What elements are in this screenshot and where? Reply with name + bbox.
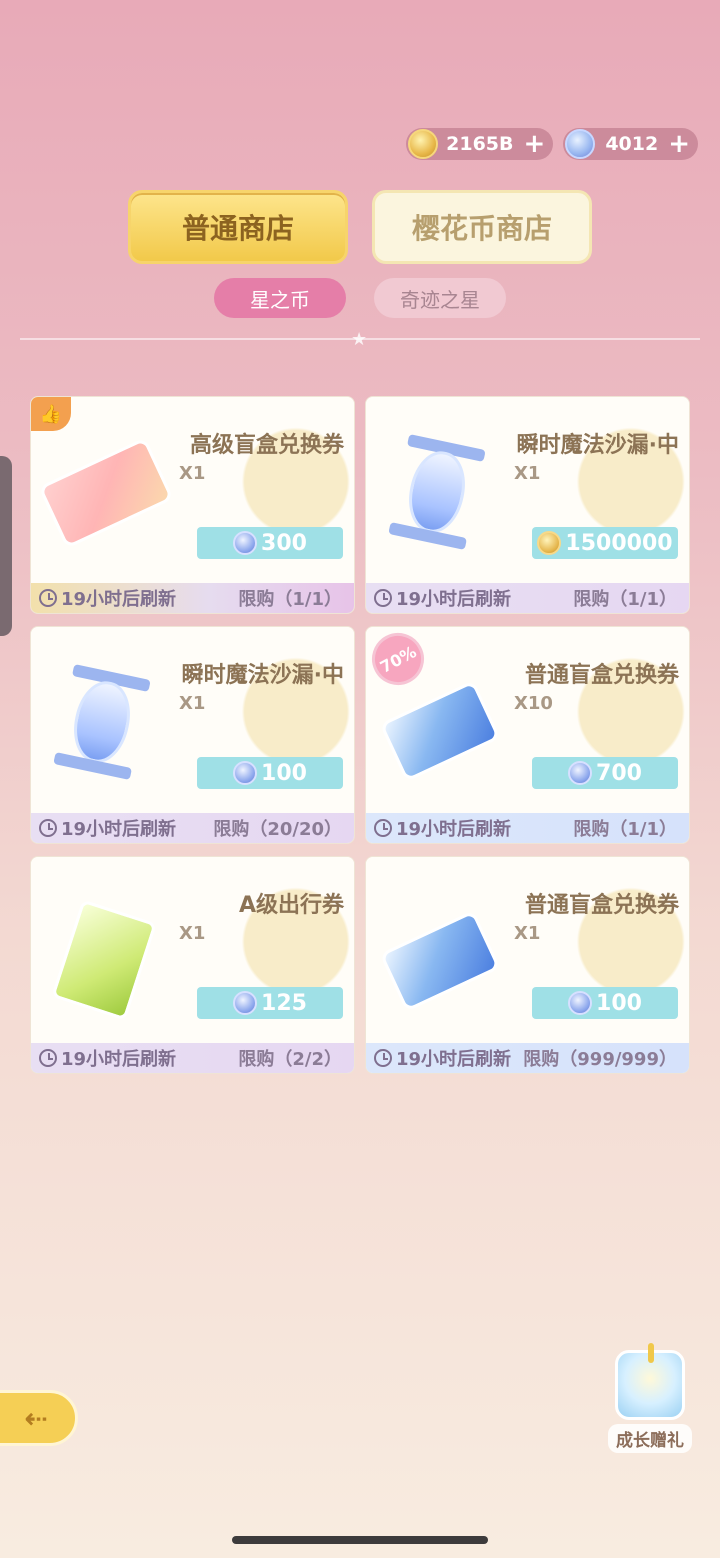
product-card[interactable]: A级出行券 X1 125 19小时后刷新 限购（2/2） xyxy=(30,856,355,1074)
star-icon xyxy=(565,129,596,159)
refresh-info: 19小时后刷新 xyxy=(39,1045,176,1071)
clock-icon xyxy=(374,1049,392,1067)
sub-tabs: 星之币 奇迹之星 xyxy=(214,278,506,318)
card-footer: 19小时后刷新 限购（999/999） xyxy=(366,1043,689,1073)
price-button[interactable]: 100 xyxy=(532,987,678,1019)
item-qty: X1 xyxy=(179,923,206,944)
plus-icon[interactable]: + xyxy=(668,131,690,157)
star-icon xyxy=(233,991,258,1015)
price-button[interactable]: 300 xyxy=(197,527,343,559)
thumb-up-icon: 👍 xyxy=(31,397,71,431)
limit-text: 限购（999/999） xyxy=(523,1049,677,1070)
item-qty: X1 xyxy=(179,693,206,714)
product-card[interactable]: 👍 高级盲盒兑换券 X1 300 19小时后刷新 限购（1/1） xyxy=(30,396,355,614)
side-panel-tab[interactable] xyxy=(0,456,12,636)
clock-icon xyxy=(374,589,392,607)
clock-icon xyxy=(39,589,57,607)
coin-balance[interactable]: 2165B + xyxy=(406,128,554,160)
tab-label: 樱花币商店 xyxy=(411,212,552,245)
star-balance[interactable]: 4012 + xyxy=(563,128,698,160)
star-amount: 4012 xyxy=(605,133,659,155)
currency-bar: 2165B + 4012 + xyxy=(406,128,698,160)
coin-icon xyxy=(408,129,439,159)
card-footer: 19小时后刷新 限购（1/1） xyxy=(31,583,354,613)
hourglass-glass xyxy=(67,676,137,768)
price-value: 1500000 xyxy=(565,530,673,556)
divider-star-icon: ★ xyxy=(351,329,368,350)
refresh-info: 19小时后刷新 xyxy=(374,815,511,841)
subtab-label: 奇迹之星 xyxy=(400,287,480,312)
star-icon xyxy=(568,761,593,785)
subtab-label: 星之币 xyxy=(250,287,310,312)
clock-icon xyxy=(39,1049,57,1067)
back-icon: ⇠ xyxy=(24,1401,48,1435)
clock-icon xyxy=(39,819,57,837)
back-button[interactable]: ⇠ xyxy=(0,1390,78,1446)
refresh-info: 19小时后刷新 xyxy=(39,815,176,841)
refresh-text: 19小时后刷新 xyxy=(396,589,512,610)
star-icon xyxy=(233,761,258,785)
card-footer: 19小时后刷新 限购（1/1） xyxy=(366,813,689,843)
item-name: A级出行券 xyxy=(238,893,344,918)
limit-text: 限购（1/1） xyxy=(573,819,677,840)
price-value: 100 xyxy=(596,990,642,1016)
tab-sakura-shop[interactable]: 樱花币商店 xyxy=(372,190,592,264)
hourglass-glass xyxy=(402,446,472,538)
item-name: 普通盲盒兑换券 xyxy=(524,893,679,918)
price-value: 700 xyxy=(596,760,642,786)
product-card[interactable]: 70% 普通盲盒兑换券 X10 700 19小时后刷新 限购（1/1） xyxy=(365,626,690,844)
item-name: 普通盲盒兑换券 xyxy=(524,663,679,688)
tab-normal-shop[interactable]: 普通商店 xyxy=(128,190,348,264)
star-icon xyxy=(233,531,258,555)
refresh-info: 19小时后刷新 xyxy=(374,585,511,611)
limit-text: 限购（2/2） xyxy=(238,1049,342,1070)
coin-amount: 2165B xyxy=(446,133,514,155)
subtab-star-coin[interactable]: 星之币 xyxy=(214,278,346,318)
product-card[interactable]: 瞬时魔法沙漏·中 X1 1500000 19小时后刷新 限购（1/1） xyxy=(365,396,690,614)
item-qty: X10 xyxy=(514,693,553,714)
subtab-miracle-star[interactable]: 奇迹之星 xyxy=(374,278,506,318)
card-footer: 19小时后刷新 限购（20/20） xyxy=(31,813,354,843)
price-value: 125 xyxy=(261,990,307,1016)
price-value: 300 xyxy=(261,530,307,556)
growth-gift[interactable]: 成长赠礼 xyxy=(606,1343,694,1453)
star-icon xyxy=(568,991,593,1015)
price-button[interactable]: 700 xyxy=(532,757,678,789)
plus-icon[interactable]: + xyxy=(524,131,546,157)
price-value: 100 xyxy=(261,760,307,786)
card-footer: 19小时后刷新 限购（1/1） xyxy=(366,583,689,613)
gift-label: 成长赠礼 xyxy=(608,1424,692,1453)
clock-icon xyxy=(374,819,392,837)
item-name: 高级盲盒兑换券 xyxy=(189,433,344,458)
refresh-text: 19小时后刷新 xyxy=(61,589,177,610)
refresh-info: 19小时后刷新 xyxy=(374,1045,511,1071)
refresh-text: 19小时后刷新 xyxy=(61,819,177,840)
product-grid: 👍 高级盲盒兑换券 X1 300 19小时后刷新 限购（1/1） 瞬时魔法沙漏·… xyxy=(30,396,690,1074)
item-qty: X1 xyxy=(514,923,541,944)
limit-text: 限购（1/1） xyxy=(238,589,342,610)
product-card[interactable]: 普通盲盒兑换券 X1 100 19小时后刷新 限购（999/999） xyxy=(365,856,690,1074)
item-name: 瞬时魔法沙漏·中 xyxy=(181,663,344,688)
refresh-text: 19小时后刷新 xyxy=(61,1049,177,1070)
item-name: 瞬时魔法沙漏·中 xyxy=(516,433,679,458)
product-card[interactable]: 瞬时魔法沙漏·中 X1 100 19小时后刷新 限购（20/20） xyxy=(30,626,355,844)
item-qty: X1 xyxy=(179,463,206,484)
limit-text: 限购（20/20） xyxy=(213,819,342,840)
shop-tabs: 普通商店 樱花币商店 xyxy=(128,190,592,264)
limit-text: 限购（1/1） xyxy=(573,589,677,610)
price-button[interactable]: 1500000 xyxy=(532,527,678,559)
price-button[interactable]: 125 xyxy=(197,987,343,1019)
card-footer: 19小时后刷新 限购（2/2） xyxy=(31,1043,354,1073)
home-indicator[interactable] xyxy=(232,1536,488,1544)
refresh-text: 19小时后刷新 xyxy=(396,819,512,840)
tab-label: 普通商店 xyxy=(181,212,294,245)
coin-icon xyxy=(537,531,562,555)
gift-icon xyxy=(615,1343,685,1420)
price-button[interactable]: 100 xyxy=(197,757,343,789)
refresh-info: 19小时后刷新 xyxy=(39,585,176,611)
item-qty: X1 xyxy=(514,463,541,484)
refresh-text: 19小时后刷新 xyxy=(396,1049,512,1070)
